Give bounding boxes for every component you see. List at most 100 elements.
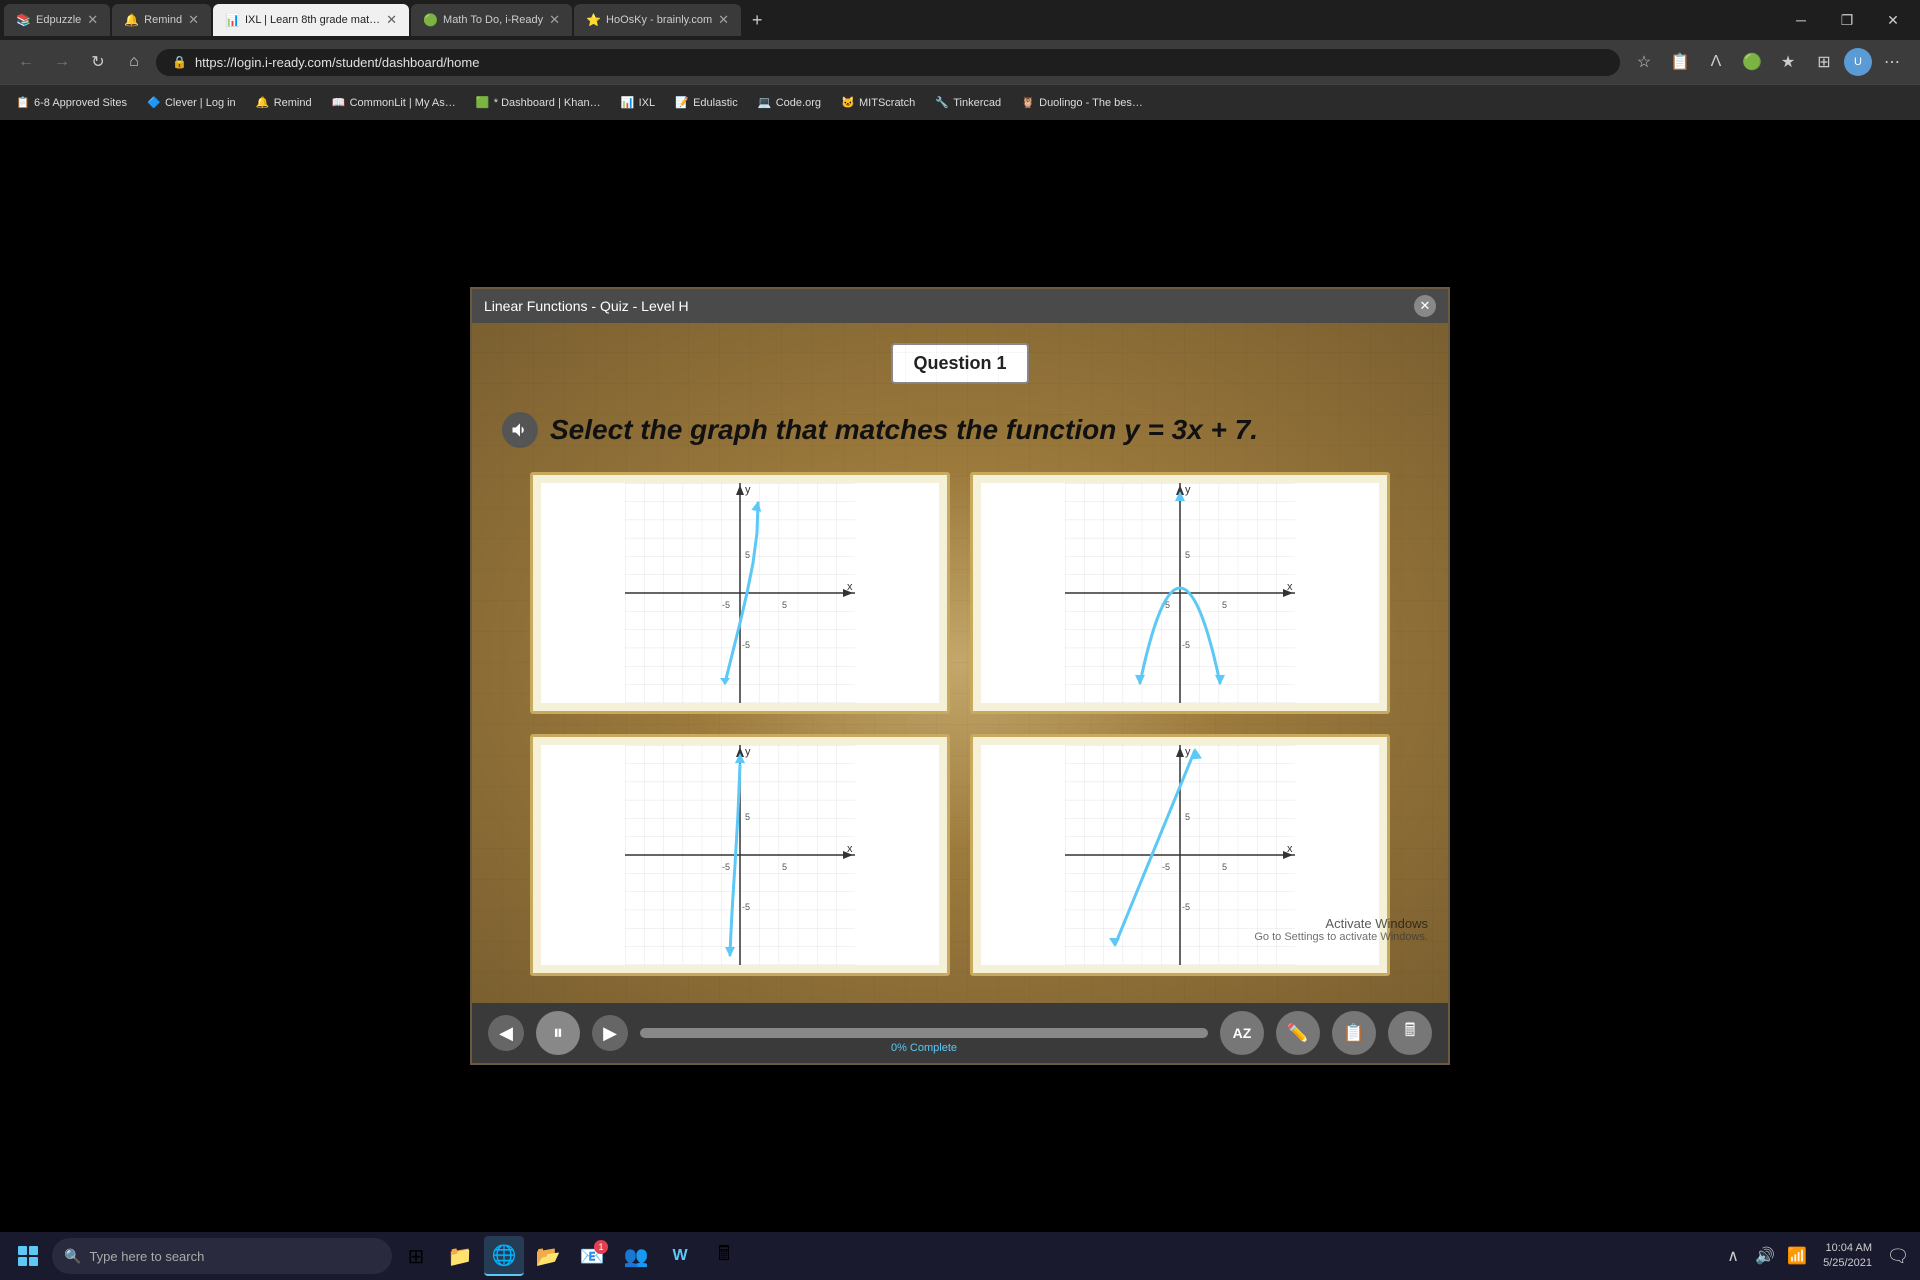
new-tab-button[interactable]: + [743, 6, 771, 34]
svg-text:-5: -5 [742, 902, 750, 912]
bookmark-codeorg-label: Code.org [776, 97, 821, 109]
taskbar-task-view[interactable]: ⊞ [396, 1236, 436, 1276]
az-button[interactable]: AZ [1220, 1011, 1264, 1055]
bookmark-ixl[interactable]: 📊 IXL [613, 92, 664, 114]
tab-iready-close[interactable]: ✕ [549, 12, 560, 28]
collections-icon[interactable]: Λ [1700, 46, 1732, 78]
mail-notification-badge: 1 [594, 1240, 608, 1254]
modal-close-button[interactable]: ✕ [1414, 295, 1436, 317]
system-tray: ∧ 🔊 📶 [1719, 1242, 1811, 1270]
back-button[interactable]: ← [12, 48, 40, 76]
svg-text:-5: -5 [722, 600, 730, 610]
bookmark-edulastic[interactable]: 📝 Edulastic [667, 92, 746, 114]
graph-option-b[interactable]: y x -5 5 5 -5 [970, 472, 1390, 714]
svg-text:5: 5 [782, 600, 787, 610]
calculator-button[interactable]: 🖩 [1388, 1011, 1432, 1055]
edpuzzle-favicon: 📚 [16, 13, 30, 27]
notification-center-icon[interactable]: 🗨 [1884, 1242, 1912, 1270]
prev-button[interactable]: ◀ [488, 1015, 524, 1051]
taskbar-file-manager[interactable]: 📂 [528, 1236, 568, 1276]
next-button[interactable]: ▶ [592, 1015, 628, 1051]
bookmark-tinkercad[interactable]: 🔧 Tinkercad [927, 92, 1009, 114]
start-button[interactable] [8, 1236, 48, 1276]
volume-icon[interactable]: 🔊 [1751, 1242, 1779, 1270]
taskbar-word[interactable]: W [660, 1236, 700, 1276]
network-icon[interactable]: 📶 [1783, 1242, 1811, 1270]
clever-favicon: 🔷 [147, 96, 161, 110]
pencil-button[interactable]: ✏️ [1276, 1011, 1320, 1055]
bookmark-approved-sites[interactable]: 📋 6-8 Approved Sites [8, 92, 135, 114]
bookmark-duolingo-label: Duolingo - The bes… [1039, 97, 1143, 109]
search-icon: 🔍 [64, 1248, 81, 1265]
svg-text:x: x [1287, 581, 1293, 593]
tab-ixl-label: IXL | Learn 8th grade mat… [245, 14, 380, 26]
graph-grid: y x -5 5 5 -5 [530, 472, 1390, 976]
taskbar-calculator[interactable]: 🖩 [704, 1236, 744, 1276]
tab-edpuzzle-close[interactable]: ✕ [87, 12, 98, 28]
bookmark-commonlit[interactable]: 📖 CommonLit | My As… [324, 92, 464, 114]
tab-brainly-label: HoOsKy - brainly.com [606, 14, 712, 26]
lock-icon: 🔒 [172, 55, 187, 69]
left-panel [0, 120, 170, 1232]
bookmark-clever[interactable]: 🔷 Clever | Log in [139, 92, 244, 114]
svg-text:5: 5 [745, 550, 750, 560]
svg-text:-5: -5 [1182, 902, 1190, 912]
taskbar-search-placeholder: Type here to search [89, 1249, 204, 1264]
taskbar-search[interactable]: 🔍 Type here to search [52, 1238, 392, 1274]
system-clock[interactable]: 10:04 AM 5/25/2021 [1815, 1241, 1880, 1272]
bookmark-duolingo[interactable]: 🦉 Duolingo - The bes… [1013, 92, 1151, 114]
graph-c-svg: y x -5 5 5 -5 [541, 745, 939, 965]
reading-list-icon[interactable]: 📋 [1664, 46, 1696, 78]
svg-text:5: 5 [1222, 600, 1227, 610]
svg-text:-5: -5 [1182, 640, 1190, 650]
tab-remind-close[interactable]: ✕ [188, 12, 199, 28]
bookmark-remind[interactable]: 🔔 Remind [248, 92, 320, 114]
reload-button[interactable]: ↻ [84, 48, 112, 76]
add-favorite-icon[interactable]: ★ [1772, 46, 1804, 78]
taskbar-mail[interactable]: 📧 1 [572, 1236, 612, 1276]
tab-brainly-close[interactable]: ✕ [718, 12, 729, 28]
favorites-icon[interactable]: ☆ [1628, 46, 1660, 78]
pause-button[interactable]: ⏸ [536, 1011, 580, 1055]
svg-text:y: y [1185, 484, 1191, 496]
graph-a-svg: y x -5 5 5 -5 [541, 483, 939, 703]
graph-option-c[interactable]: y x -5 5 5 -5 [530, 734, 950, 976]
tab-ixl[interactable]: 📊 IXL | Learn 8th grade mat… ✕ [213, 4, 409, 36]
graph-option-a[interactable]: y x -5 5 5 -5 [530, 472, 950, 714]
tab-brainly[interactable]: ⭐ HoOsKy - brainly.com ✕ [574, 4, 741, 36]
tab-remind[interactable]: 🔔 Remind ✕ [112, 4, 211, 36]
tab-ixl-close[interactable]: ✕ [386, 12, 397, 28]
speaker-button[interactable] [502, 412, 538, 448]
minimize-button[interactable]: ─ [1778, 0, 1824, 40]
user-avatar[interactable]: U [1844, 48, 1872, 76]
question-formula: Select the graph that matches the functi… [550, 414, 1258, 446]
duolingo-favicon: 🦉 [1021, 96, 1035, 110]
edulastic-favicon: 📝 [675, 96, 689, 110]
clipboard-button[interactable]: 📋 [1332, 1011, 1376, 1055]
svg-text:5: 5 [782, 862, 787, 872]
question-text-row: Select the graph that matches the functi… [502, 412, 1418, 448]
activate-windows-notice: Activate Windows Go to Settings to activ… [1254, 916, 1428, 943]
profile-icon[interactable]: ⊞ [1808, 46, 1840, 78]
taskbar-file-explorer[interactable]: 📁 [440, 1236, 480, 1276]
copilot-icon[interactable]: 🟢 [1736, 46, 1768, 78]
more-options-icon[interactable]: ⋯ [1876, 46, 1908, 78]
home-button[interactable]: ⌂ [120, 48, 148, 76]
tab-iready[interactable]: 🟢 Math To Do, i-Ready ✕ [411, 4, 572, 36]
taskbar-edge[interactable]: 🌐 [484, 1236, 524, 1276]
clock-date: 5/25/2021 [1823, 1256, 1872, 1271]
content-area: Linear Functions - Quiz - Level H ✕ Ques… [0, 120, 1920, 1232]
chevron-up-icon[interactable]: ∧ [1719, 1242, 1747, 1270]
svg-text:5: 5 [1185, 550, 1190, 560]
tab-edpuzzle[interactable]: 📚 Edpuzzle ✕ [4, 4, 110, 36]
taskbar-teams[interactable]: 👥 [616, 1236, 656, 1276]
bookmark-khan[interactable]: 🟩 * Dashboard | Khan… [468, 92, 609, 114]
windows-logo-icon [18, 1246, 38, 1266]
close-button[interactable]: ✕ [1870, 0, 1916, 40]
url-bar[interactable]: 🔒 https://login.i-ready.com/student/dash… [156, 49, 1620, 76]
restore-button[interactable]: ❐ [1824, 0, 1870, 40]
forward-button[interactable]: → [48, 48, 76, 76]
bookmark-mitscratch[interactable]: 🐱 MITScratch [833, 92, 923, 114]
bookmark-codeorg[interactable]: 💻 Code.org [750, 92, 829, 114]
activate-windows-line2: Go to Settings to activate Windows. [1254, 931, 1428, 943]
